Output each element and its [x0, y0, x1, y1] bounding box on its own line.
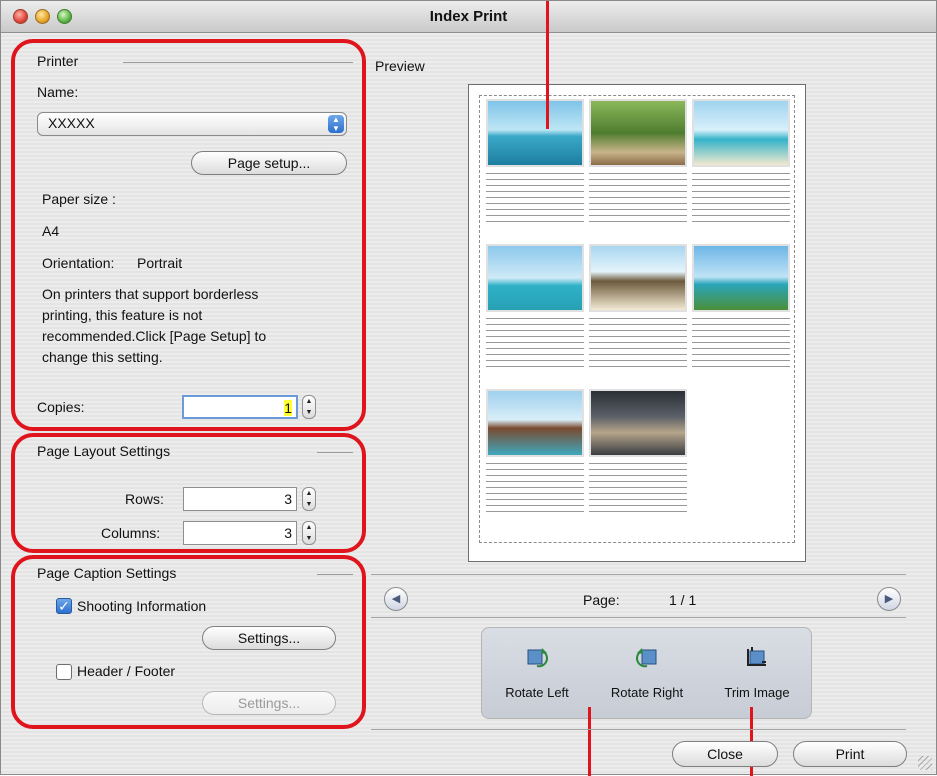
title-bar: Index Print: [1, 1, 936, 33]
page-indicator: 1 / 1: [669, 592, 697, 608]
rows-field[interactable]: 3: [183, 487, 297, 511]
rotate-right-label: Rotate Right: [610, 685, 684, 700]
thumbnail-shooting-info: [486, 463, 584, 517]
thumbnail-image: [692, 99, 790, 167]
rotate-left-label: Rotate Left: [505, 685, 569, 700]
printer-name-popup[interactable]: XXXXX ▲ ▼: [37, 112, 347, 136]
index-print-window: Index Print Printer Name: XXXXX ▲ ▼ Page …: [0, 0, 937, 776]
thumbnail-shooting-info: [486, 173, 584, 227]
thumbnail-shooting-info: [589, 173, 687, 227]
previous-page-button[interactable]: ◀: [384, 587, 408, 611]
columns-stepper[interactable]: ▲ ▼: [302, 521, 316, 545]
shooting-info-label: Shooting Information: [77, 598, 207, 614]
thumbnail-shooting-info: [692, 318, 790, 372]
preview-paper: [468, 84, 806, 562]
preview-divider-bottom: [371, 617, 906, 618]
header-footer-label: Header / Footer: [77, 663, 176, 679]
preview-label: Preview: [375, 58, 425, 74]
columns-label: Columns:: [101, 525, 161, 541]
callout-line-thumbnail: [546, 1, 549, 129]
borderless-note-line-3: recommended.Click [Page Setup] to: [42, 328, 267, 344]
printer-name-label: Name:: [37, 84, 79, 100]
window-title: Index Print: [429, 8, 508, 25]
rotate-right-icon: [636, 648, 657, 668]
trim-image-tool[interactable]: Trim Image: [702, 628, 812, 720]
thumbnail-image: [589, 244, 687, 312]
footer-divider: [371, 729, 906, 730]
rotate-left-tool[interactable]: Rotate Left: [482, 628, 592, 720]
shooting-info-settings-button[interactable]: Settings...: [202, 626, 336, 650]
borderless-note-line-4: change this setting.: [42, 349, 163, 365]
page-label: Page:: [583, 592, 620, 608]
resize-grip-icon[interactable]: [918, 756, 932, 770]
thumbnail-image: [486, 389, 584, 457]
borderless-note-line-1: On printers that support borderless: [42, 286, 259, 302]
caption-section-divider: [317, 574, 353, 575]
header-footer-settings-button[interactable]: Settings...: [202, 691, 336, 715]
columns-field[interactable]: 3: [183, 521, 297, 545]
trim-image-icon: [747, 647, 766, 666]
thumbnail-image: [692, 244, 790, 312]
caption-section-title: Page Caption Settings: [37, 565, 177, 581]
header-footer-checkbox[interactable]: [56, 664, 72, 680]
thumbnail-image: [589, 389, 687, 457]
thumbnail-shooting-info: [692, 173, 790, 227]
callout-line-rotate: [588, 707, 591, 776]
next-page-button[interactable]: ▶: [877, 587, 901, 611]
rotate-left-icon: [527, 648, 548, 668]
paper-size-label: Paper size :: [42, 191, 116, 207]
orientation-label: Orientation:: [42, 255, 115, 271]
printer-name-value: XXXXX: [48, 115, 95, 131]
popup-arrows-icon: ▲ ▼: [328, 115, 344, 133]
thumbnail-image: [486, 244, 584, 312]
page-setup-button[interactable]: Page setup...: [191, 151, 347, 175]
close-button[interactable]: Close: [672, 741, 778, 767]
printer-section-divider: [123, 62, 353, 63]
layout-section-divider: [317, 452, 353, 453]
copies-field[interactable]: 1: [182, 395, 298, 419]
preview-divider-top: [371, 574, 906, 575]
image-tools-panel: Rotate Left Rotate Right Trim Image: [481, 627, 812, 719]
rotate-right-tool[interactable]: Rotate Right: [592, 628, 702, 720]
rows-stepper[interactable]: ▲ ▼: [302, 487, 316, 511]
print-button[interactable]: Print: [793, 741, 907, 767]
trim-image-label: Trim Image: [724, 685, 790, 700]
thumbnail-shooting-info: [589, 318, 687, 372]
shooting-info-checkbox[interactable]: ✓: [56, 598, 72, 614]
copies-label: Copies:: [37, 399, 85, 415]
orientation-value: Portrait: [137, 255, 183, 271]
rows-label: Rows:: [125, 491, 164, 507]
paper-size-value: A4: [42, 223, 60, 239]
borderless-note-line-2: printing, this feature is not: [42, 307, 203, 323]
copies-stepper[interactable]: ▲ ▼: [302, 395, 316, 419]
copies-value: 1: [284, 400, 292, 416]
thumbnail-image: [486, 99, 584, 167]
thumbnail-image: [589, 99, 687, 167]
thumbnail-shooting-info: [589, 463, 687, 517]
printer-section-title: Printer: [37, 53, 79, 69]
thumbnail-shooting-info: [486, 318, 584, 372]
layout-section-title: Page Layout Settings: [37, 443, 171, 459]
